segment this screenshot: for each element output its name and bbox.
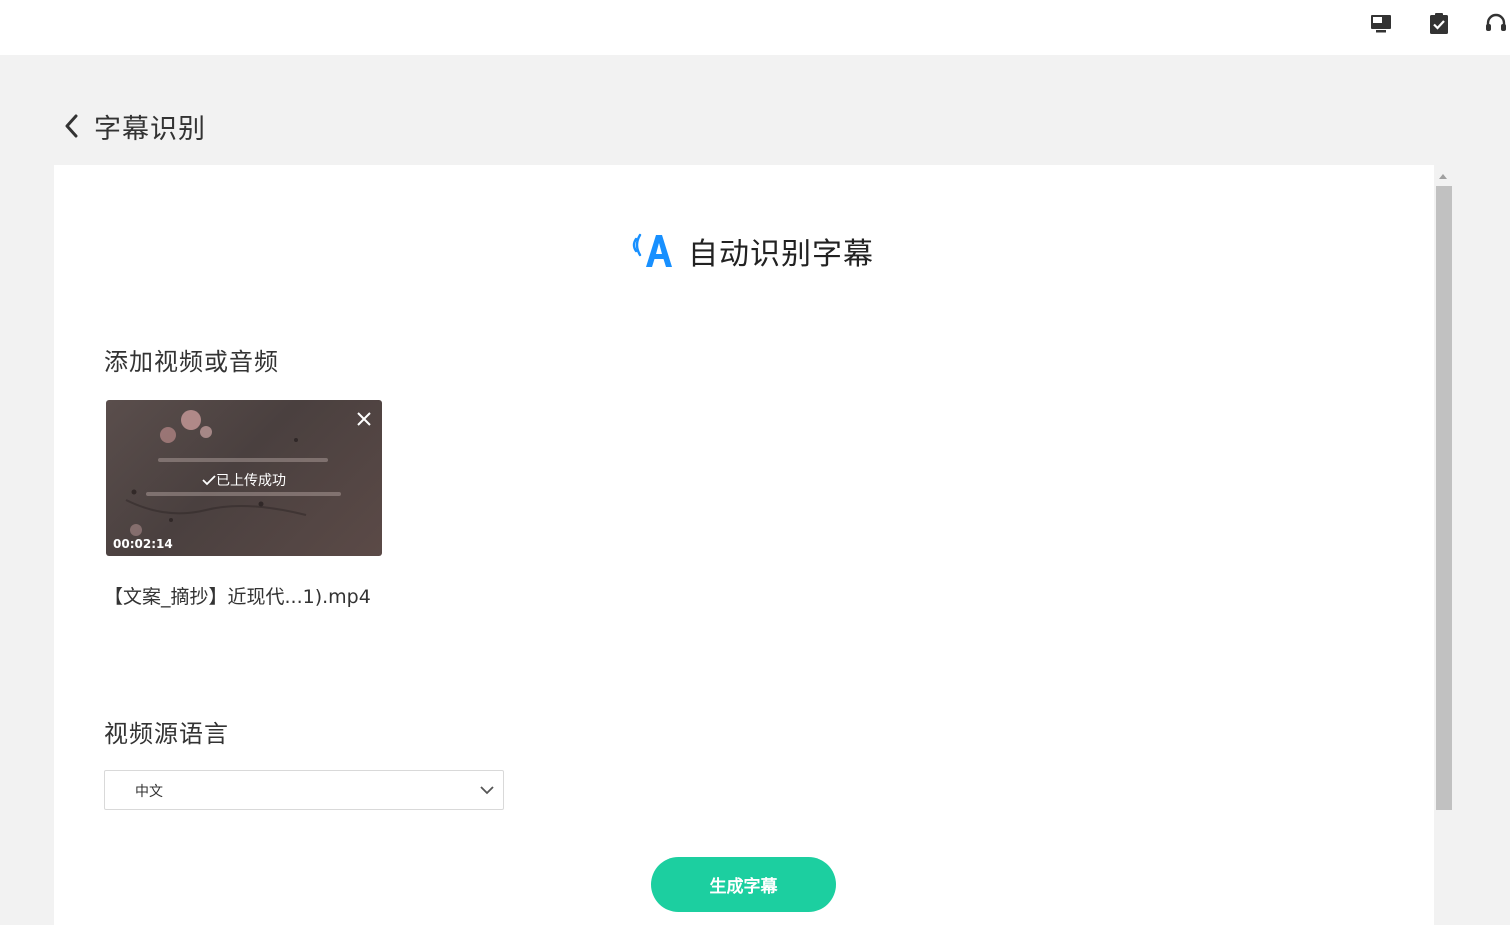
top-bar bbox=[0, 0, 1510, 55]
scrollbar-thumb[interactable] bbox=[1436, 186, 1452, 810]
video-duration: 00:02:14 bbox=[113, 537, 173, 551]
clipboard-check-icon[interactable] bbox=[1427, 12, 1451, 36]
upload-status: 已上传成功 bbox=[106, 470, 382, 490]
headset-icon[interactable] bbox=[1484, 12, 1508, 36]
scroll-up-arrow-icon[interactable] bbox=[1435, 168, 1451, 182]
close-icon[interactable] bbox=[356, 411, 372, 427]
chevron-left-icon[interactable] bbox=[64, 111, 84, 141]
video-thumbnail[interactable]: 已上传成功 00:02:14 bbox=[106, 400, 382, 556]
hero-heading: 自动识别字幕 bbox=[630, 228, 874, 274]
voice-a-icon bbox=[630, 229, 674, 273]
upload-section-label: 添加视频或音频 bbox=[104, 348, 279, 376]
language-select[interactable]: 中文 bbox=[104, 770, 504, 810]
chevron-down-icon bbox=[479, 782, 495, 798]
generate-subtitles-button[interactable]: 生成字幕 bbox=[651, 857, 836, 912]
monitor-icon[interactable] bbox=[1369, 12, 1393, 36]
language-select-value: 中文 bbox=[135, 784, 163, 800]
page-title: 字幕识别 bbox=[94, 113, 206, 145]
page-header: 字幕识别 bbox=[64, 106, 206, 146]
file-name: 【文案_摘抄】近现代...1).mp4 bbox=[104, 586, 371, 608]
upload-status-text: 已上传成功 bbox=[216, 473, 286, 489]
check-icon bbox=[202, 475, 216, 486]
hero-title: 自动识别字幕 bbox=[688, 237, 874, 272]
language-section-label: 视频源语言 bbox=[104, 720, 229, 748]
